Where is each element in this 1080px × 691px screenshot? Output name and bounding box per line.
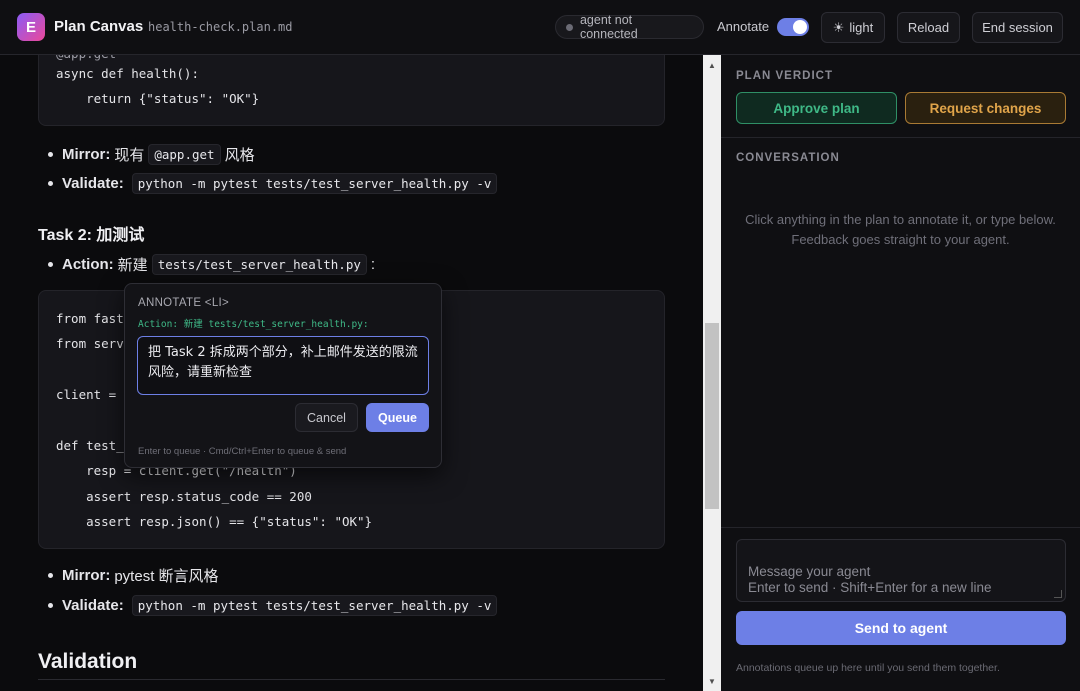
resize-handle-icon[interactable]	[1054, 590, 1062, 598]
scroll-down-icon[interactable]: ▼	[703, 673, 721, 689]
code-block-health[interactable]: @app.get async def health(): return {"st…	[38, 55, 665, 126]
validate-label: Validate:	[62, 597, 124, 614]
code-line: assert resp.status_code == 200	[56, 489, 312, 504]
annotation-textarea[interactable]: 把 Task 2 拆成两个部分，补上邮件发送的限流风险，请重新检查	[137, 336, 429, 395]
agent-status-text: agent not connected	[579, 13, 638, 41]
heading-divider	[38, 679, 665, 680]
code-line: async def health():	[56, 66, 199, 81]
annotate-target: Action: 新建 tests/test_server_health.py:	[138, 319, 369, 330]
send-to-agent-button[interactable]: Send to agent	[736, 611, 1066, 645]
theme-label: light	[849, 20, 874, 35]
conversation-empty-state: Click anything in the plan to annotate i…	[736, 210, 1065, 250]
side-panel: PLAN VERDICT Approve plan Request change…	[721, 55, 1080, 691]
list-item-validate[interactable]: Validate: python -m pytest tests/test_se…	[47, 173, 501, 194]
inline-code: tests/test_server_health.py	[151, 254, 367, 275]
top-bar: E Plan Canvas health-check.plan.md agent…	[0, 0, 1080, 55]
action-text: 新建	[117, 257, 148, 274]
action-label: Action:	[62, 256, 114, 273]
toggle-knob	[793, 20, 807, 34]
panel-divider	[721, 137, 1080, 138]
inline-code: python -m pytest tests/test_server_healt…	[131, 173, 498, 194]
annotation-popover: ANNOTATE <LI> Action: 新建 tests/test_serv…	[124, 283, 442, 468]
empty-line: Click anything in the plan to annotate i…	[745, 212, 1056, 227]
keyboard-hint: Enter to queue · Cmd/Ctrl+Enter to queue…	[138, 446, 347, 457]
inline-code: @app.get	[148, 144, 221, 165]
main-scrollbar[interactable]: ▲ ▼	[703, 55, 721, 691]
code-line: def test_	[56, 438, 124, 453]
request-changes-button[interactable]: Request changes	[905, 92, 1066, 124]
code-line: assert resp.json() == {"status": "OK"}	[56, 514, 373, 529]
code-line: client =	[56, 387, 117, 402]
queue-footnote: Annotations queue up here until you send…	[736, 662, 1000, 674]
mirror-label: Mirror:	[62, 567, 111, 584]
list-item-mirror-2[interactable]: Mirror: pytest 断言风格	[47, 565, 219, 586]
scroll-thumb[interactable]	[705, 323, 719, 509]
reload-button[interactable]: Reload	[897, 12, 960, 43]
mirror-text-pre: 现有	[114, 147, 145, 164]
conversation-label: CONVERSATION	[736, 152, 840, 164]
agent-status-badge: agent not connected	[555, 13, 704, 41]
queue-button[interactable]: Queue	[366, 403, 429, 432]
annotate-label: Annotate	[717, 19, 770, 34]
message-placeholder: Message your agent Enter to send · Shift…	[748, 564, 992, 595]
file-name: health-check.plan.md	[148, 20, 293, 34]
list-item-validate-2[interactable]: Validate: python -m pytest tests/test_se…	[47, 595, 501, 616]
app-title: Plan Canvas	[54, 18, 144, 35]
empty-line: Feedback goes straight to your agent.	[791, 232, 1010, 247]
theme-button[interactable]: ☀ light	[821, 12, 885, 43]
mirror-text: pytest 断言风格	[114, 568, 219, 585]
task2-heading[interactable]: Task 2: 加测试	[38, 221, 144, 245]
code-line-partial: @app.get	[56, 55, 116, 61]
annotate-toggle[interactable]	[777, 18, 809, 36]
code-line: from fast	[56, 311, 124, 326]
list-item-mirror[interactable]: Mirror: 现有 @app.get 风格	[47, 144, 255, 165]
code-line: return {"status": "OK"}	[56, 91, 260, 106]
list-item-action[interactable]: Action: 新建 tests/test_server_health.py :	[47, 254, 375, 275]
logo-letter: E	[25, 18, 36, 36]
cancel-button[interactable]: Cancel	[295, 403, 358, 432]
end-session-button[interactable]: End session	[972, 12, 1063, 43]
annotate-title: ANNOTATE <LI>	[138, 297, 230, 309]
mirror-label: Mirror:	[62, 146, 111, 163]
validate-label: Validate:	[62, 175, 124, 192]
verdict-label: PLAN VERDICT	[736, 70, 833, 82]
action-suffix: :	[370, 256, 376, 273]
message-input[interactable]: Message your agent Enter to send · Shift…	[736, 539, 1066, 602]
inline-code: python -m pytest tests/test_server_healt…	[131, 595, 498, 616]
scroll-up-icon[interactable]: ▲	[703, 57, 721, 73]
app-logo: E	[17, 13, 45, 41]
status-dot-icon	[566, 23, 573, 31]
validation-heading[interactable]: Validation	[38, 650, 137, 674]
panel-divider	[721, 527, 1080, 528]
code-line: from serv	[56, 336, 124, 351]
sun-icon: ☀	[832, 19, 845, 35]
approve-plan-button[interactable]: Approve plan	[736, 92, 897, 124]
mirror-text-post: 风格	[224, 147, 255, 164]
